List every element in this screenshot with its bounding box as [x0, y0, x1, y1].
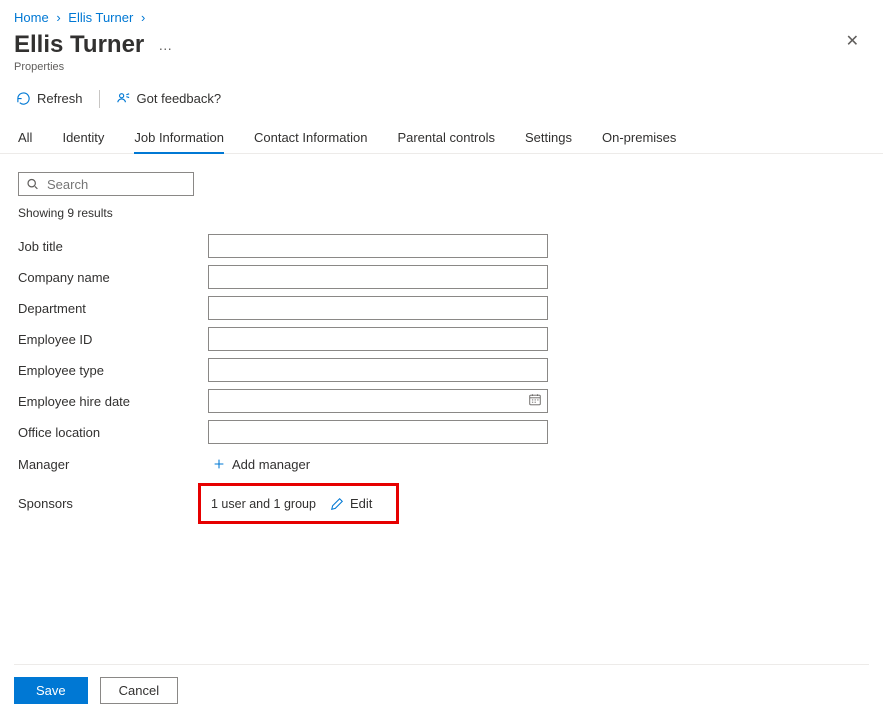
pencil-icon: [330, 497, 344, 511]
add-manager-label: Add manager: [232, 457, 310, 472]
label-manager: Manager: [18, 457, 208, 472]
search-input[interactable]: [18, 172, 194, 196]
feedback-label: Got feedback?: [137, 91, 222, 106]
label-office-location: Office location: [18, 425, 208, 440]
tab-parental-controls[interactable]: Parental controls: [397, 126, 495, 153]
chevron-right-icon: ›: [141, 10, 145, 25]
label-company-name: Company name: [18, 270, 208, 285]
tab-all[interactable]: All: [18, 126, 32, 153]
input-department[interactable]: [208, 296, 548, 320]
add-manager-button[interactable]: Add manager: [208, 453, 314, 476]
sponsors-highlight: 1 user and 1 group Edit: [198, 483, 399, 524]
tab-identity[interactable]: Identity: [62, 126, 104, 153]
label-sponsors: Sponsors: [18, 496, 208, 511]
divider: [99, 90, 100, 108]
footer: Save Cancel: [14, 664, 869, 704]
plus-icon: [212, 457, 226, 471]
input-job-title[interactable]: [208, 234, 548, 258]
tab-job-information[interactable]: Job Information: [134, 126, 224, 153]
label-employee-id: Employee ID: [18, 332, 208, 347]
page-title: Ellis Turner: [14, 31, 144, 59]
breadcrumb: Home › Ellis Turner ›: [0, 0, 883, 31]
feedback-icon: [116, 91, 131, 106]
input-employee-id[interactable]: [208, 327, 548, 351]
refresh-label: Refresh: [37, 91, 83, 106]
page-subtitle: Properties: [0, 61, 883, 81]
input-office-location[interactable]: [208, 420, 548, 444]
edit-sponsors-button[interactable]: Edit: [326, 492, 376, 515]
input-company-name[interactable]: [208, 265, 548, 289]
tab-contact-information[interactable]: Contact Information: [254, 126, 367, 153]
breadcrumb-home[interactable]: Home: [14, 10, 49, 25]
label-employee-type: Employee type: [18, 363, 208, 378]
close-icon[interactable]: ✕: [836, 27, 869, 55]
sponsors-value: 1 user and 1 group: [211, 497, 316, 511]
input-employee-type[interactable]: [208, 358, 548, 382]
cancel-button[interactable]: Cancel: [100, 677, 178, 704]
refresh-button[interactable]: Refresh: [14, 87, 85, 110]
search-wrap: [18, 172, 194, 196]
results-count: Showing 9 results: [18, 206, 865, 220]
chevron-right-icon: ›: [56, 10, 60, 25]
save-button[interactable]: Save: [14, 677, 88, 704]
tab-settings[interactable]: Settings: [525, 126, 572, 153]
breadcrumb-user[interactable]: Ellis Turner: [68, 10, 133, 25]
edit-sponsors-label: Edit: [350, 496, 372, 511]
input-hire-date[interactable]: [208, 389, 548, 413]
more-actions-icon[interactable]: …: [158, 37, 172, 53]
feedback-button[interactable]: Got feedback?: [114, 87, 224, 110]
refresh-icon: [16, 91, 31, 106]
search-icon: [26, 178, 39, 191]
label-hire-date: Employee hire date: [18, 394, 208, 409]
tab-on-premises[interactable]: On-premises: [602, 126, 676, 153]
label-department: Department: [18, 301, 208, 316]
toolbar: Refresh Got feedback?: [0, 81, 883, 116]
label-job-title: Job title: [18, 239, 208, 254]
tabs: All Identity Job Information Contact Inf…: [0, 116, 883, 154]
